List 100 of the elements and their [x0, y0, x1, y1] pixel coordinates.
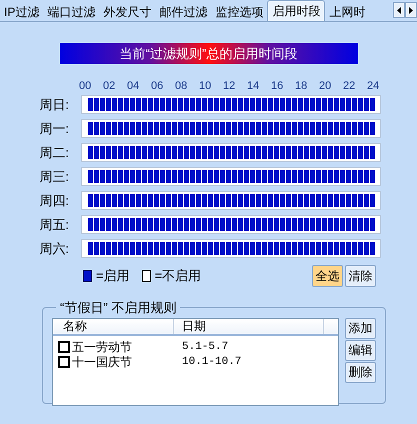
time-slot[interactable]	[196, 98, 201, 111]
time-slot[interactable]	[220, 194, 225, 207]
time-slot[interactable]	[346, 98, 351, 111]
time-slot[interactable]	[232, 146, 237, 159]
time-slot[interactable]	[250, 98, 255, 111]
time-slot[interactable]	[106, 122, 111, 135]
time-slot[interactable]	[166, 194, 171, 207]
time-slot[interactable]	[232, 98, 237, 111]
time-slot[interactable]	[280, 242, 285, 255]
time-slot[interactable]	[364, 242, 369, 255]
time-slot[interactable]	[196, 242, 201, 255]
time-slot[interactable]	[274, 170, 279, 183]
time-slot[interactable]	[238, 98, 243, 111]
time-slot[interactable]	[268, 122, 273, 135]
time-slot[interactable]	[178, 98, 183, 111]
time-slot[interactable]	[244, 218, 249, 231]
time-slot[interactable]	[172, 146, 177, 159]
time-slot[interactable]	[286, 146, 291, 159]
time-slot[interactable]	[88, 122, 93, 135]
time-slot[interactable]	[112, 122, 117, 135]
time-slot[interactable]	[172, 218, 177, 231]
time-slot[interactable]	[190, 194, 195, 207]
time-slot[interactable]	[250, 242, 255, 255]
time-slot[interactable]	[112, 194, 117, 207]
time-slot[interactable]	[142, 218, 147, 231]
time-slot[interactable]	[136, 194, 141, 207]
time-slot[interactable]	[190, 146, 195, 159]
time-slot[interactable]	[142, 170, 147, 183]
time-slot[interactable]	[238, 242, 243, 255]
time-slot[interactable]	[100, 242, 105, 255]
time-slot[interactable]	[88, 98, 93, 111]
time-slot[interactable]	[304, 98, 309, 111]
time-slot[interactable]	[196, 194, 201, 207]
time-slot[interactable]	[100, 122, 105, 135]
time-slot[interactable]	[286, 218, 291, 231]
time-slot[interactable]	[250, 146, 255, 159]
time-slot[interactable]	[292, 146, 297, 159]
time-slot[interactable]	[202, 146, 207, 159]
time-slot[interactable]	[202, 98, 207, 111]
time-slot[interactable]	[124, 170, 129, 183]
time-slot[interactable]	[238, 146, 243, 159]
time-slot[interactable]	[94, 170, 99, 183]
time-slot[interactable]	[262, 146, 267, 159]
time-slot[interactable]	[214, 122, 219, 135]
time-slot[interactable]	[112, 218, 117, 231]
time-slot[interactable]	[190, 242, 195, 255]
time-slot[interactable]	[178, 170, 183, 183]
time-slot[interactable]	[370, 146, 375, 159]
time-slot[interactable]	[208, 98, 213, 111]
scroll-left-button[interactable]	[393, 2, 405, 18]
time-slot[interactable]	[346, 122, 351, 135]
time-slot[interactable]	[106, 194, 111, 207]
time-slot[interactable]	[154, 146, 159, 159]
time-slot[interactable]	[250, 170, 255, 183]
time-slot[interactable]	[226, 194, 231, 207]
time-slot[interactable]	[334, 170, 339, 183]
time-slot[interactable]	[304, 194, 309, 207]
time-slot[interactable]	[256, 170, 261, 183]
time-slot[interactable]	[280, 146, 285, 159]
time-slot[interactable]	[346, 218, 351, 231]
time-slot[interactable]	[148, 122, 153, 135]
time-slot[interactable]	[232, 170, 237, 183]
time-slot[interactable]	[184, 146, 189, 159]
time-slot[interactable]	[352, 98, 357, 111]
time-slot[interactable]	[310, 242, 315, 255]
time-slot[interactable]	[340, 122, 345, 135]
time-slot[interactable]	[196, 122, 201, 135]
time-slot[interactable]	[220, 98, 225, 111]
time-slot[interactable]	[340, 194, 345, 207]
time-slot[interactable]	[304, 242, 309, 255]
time-slot[interactable]	[244, 98, 249, 111]
time-slot[interactable]	[364, 170, 369, 183]
time-slot[interactable]	[94, 242, 99, 255]
time-slot[interactable]	[322, 170, 327, 183]
time-slot[interactable]	[250, 194, 255, 207]
time-slot[interactable]	[244, 194, 249, 207]
time-slot[interactable]	[118, 194, 123, 207]
time-slot[interactable]	[154, 122, 159, 135]
time-slot[interactable]	[136, 122, 141, 135]
time-slot[interactable]	[112, 98, 117, 111]
time-slot[interactable]	[130, 122, 135, 135]
tab[interactable]: 上网时	[325, 2, 370, 21]
time-slot[interactable]	[346, 146, 351, 159]
time-slot[interactable]	[214, 146, 219, 159]
time-slot[interactable]	[280, 218, 285, 231]
time-slot[interactable]	[274, 218, 279, 231]
time-slot[interactable]	[292, 194, 297, 207]
checkbox[interactable]	[58, 341, 70, 353]
time-slot[interactable]	[244, 170, 249, 183]
time-slot[interactable]	[232, 242, 237, 255]
time-slot[interactable]	[124, 146, 129, 159]
time-slot[interactable]	[244, 146, 249, 159]
time-slot[interactable]	[160, 122, 165, 135]
time-slot[interactable]	[256, 122, 261, 135]
time-slot[interactable]	[322, 218, 327, 231]
time-slot[interactable]	[298, 122, 303, 135]
time-slot[interactable]	[118, 218, 123, 231]
time-slot[interactable]	[142, 146, 147, 159]
time-slot[interactable]	[124, 122, 129, 135]
checkbox[interactable]	[58, 356, 70, 368]
